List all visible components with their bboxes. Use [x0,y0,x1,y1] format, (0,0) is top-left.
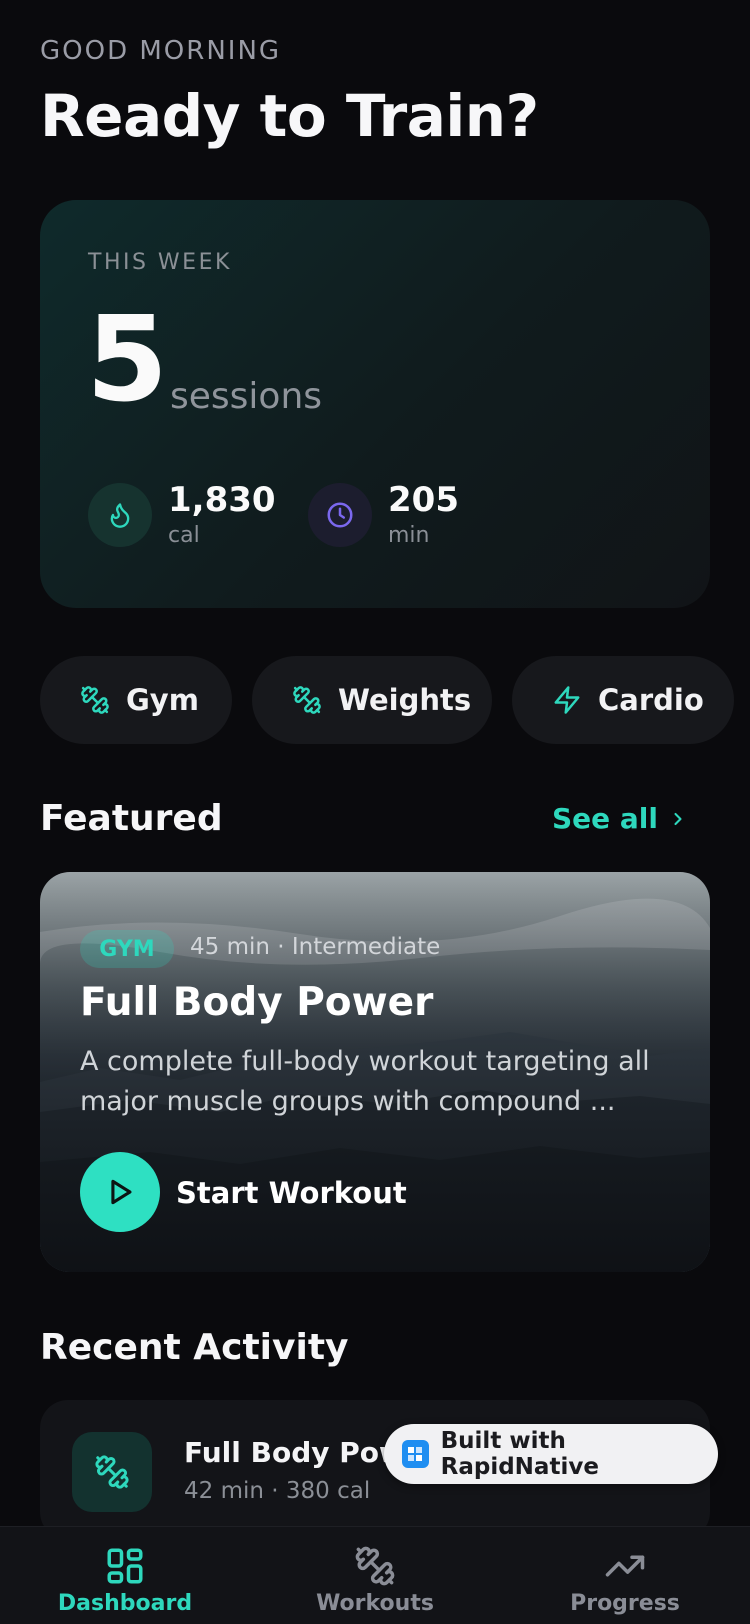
week-label: THIS WEEK [88,250,232,275]
calories-value: 1,830 [168,480,276,520]
greeting: GOOD MORNING [40,36,282,66]
dumbbell-icon [355,1546,395,1586]
weekly-summary-card: THIS WEEK 5 sessions 1,830 cal 205 min [40,200,710,608]
minutes-stat: 205 min [308,480,459,549]
sessions-count: 5 [86,290,169,428]
see-all-label: See all [552,802,658,835]
flame-icon [88,483,152,548]
tab-progress[interactable]: Progress [525,1545,725,1616]
tab-label: Workouts [316,1591,434,1616]
built-with-label: Built with RapidNative [440,1428,599,1480]
chip-gym[interactable]: Gym [40,656,232,744]
tab-dashboard[interactable]: Dashboard [25,1545,225,1616]
start-workout-label[interactable]: Start Workout [176,1176,407,1210]
recent-item-subtitle: 42 min · 380 cal [184,1478,371,1504]
tab-label: Dashboard [57,1591,193,1616]
minutes-value: 205 [388,480,459,520]
see-all-link[interactable]: See all [552,802,688,835]
tab-workouts[interactable]: Workouts [275,1545,475,1616]
built-with-badge[interactable]: Built with RapidNative [384,1424,718,1484]
page-title: Ready to Train? [40,82,539,150]
sessions-unit: sessions [170,376,323,417]
chevron-right-icon [674,812,682,825]
featured-workout-card[interactable]: GYM 45 min · Intermediate Full Body Powe… [40,872,710,1272]
calories-unit: cal [168,523,200,549]
category-badge: GYM [80,930,174,968]
dumbbell-icon [81,686,109,714]
bottom-tab-bar: Dashboard Workouts Progress [0,1526,750,1624]
workout-title: Full Body Power [80,980,434,1025]
tab-label: Progress [570,1591,680,1616]
play-icon [111,1179,132,1205]
clock-icon [308,483,372,548]
featured-title: Featured [40,798,223,839]
chip-label: Gym [126,683,199,717]
rapidnative-logo-icon [402,1440,429,1468]
trending-up-icon [605,1555,645,1577]
dumbbell-icon [72,1432,152,1512]
chip-label: Cardio [598,683,704,717]
grid-icon [107,1548,143,1584]
workout-description: A complete full-body workout targeting a… [80,1046,650,1117]
chip-weights[interactable]: Weights [252,656,492,744]
chip-cardio[interactable]: Cardio [512,656,734,744]
start-workout-button[interactable] [80,1152,160,1232]
recent-activity-title: Recent Activity [40,1327,349,1368]
calories-stat: 1,830 cal [88,480,276,549]
minutes-unit: min [388,523,430,549]
bolt-icon [554,686,580,714]
dumbbell-icon [293,686,321,714]
workout-meta: 45 min · Intermediate [190,934,441,960]
chip-label: Weights [338,683,472,717]
